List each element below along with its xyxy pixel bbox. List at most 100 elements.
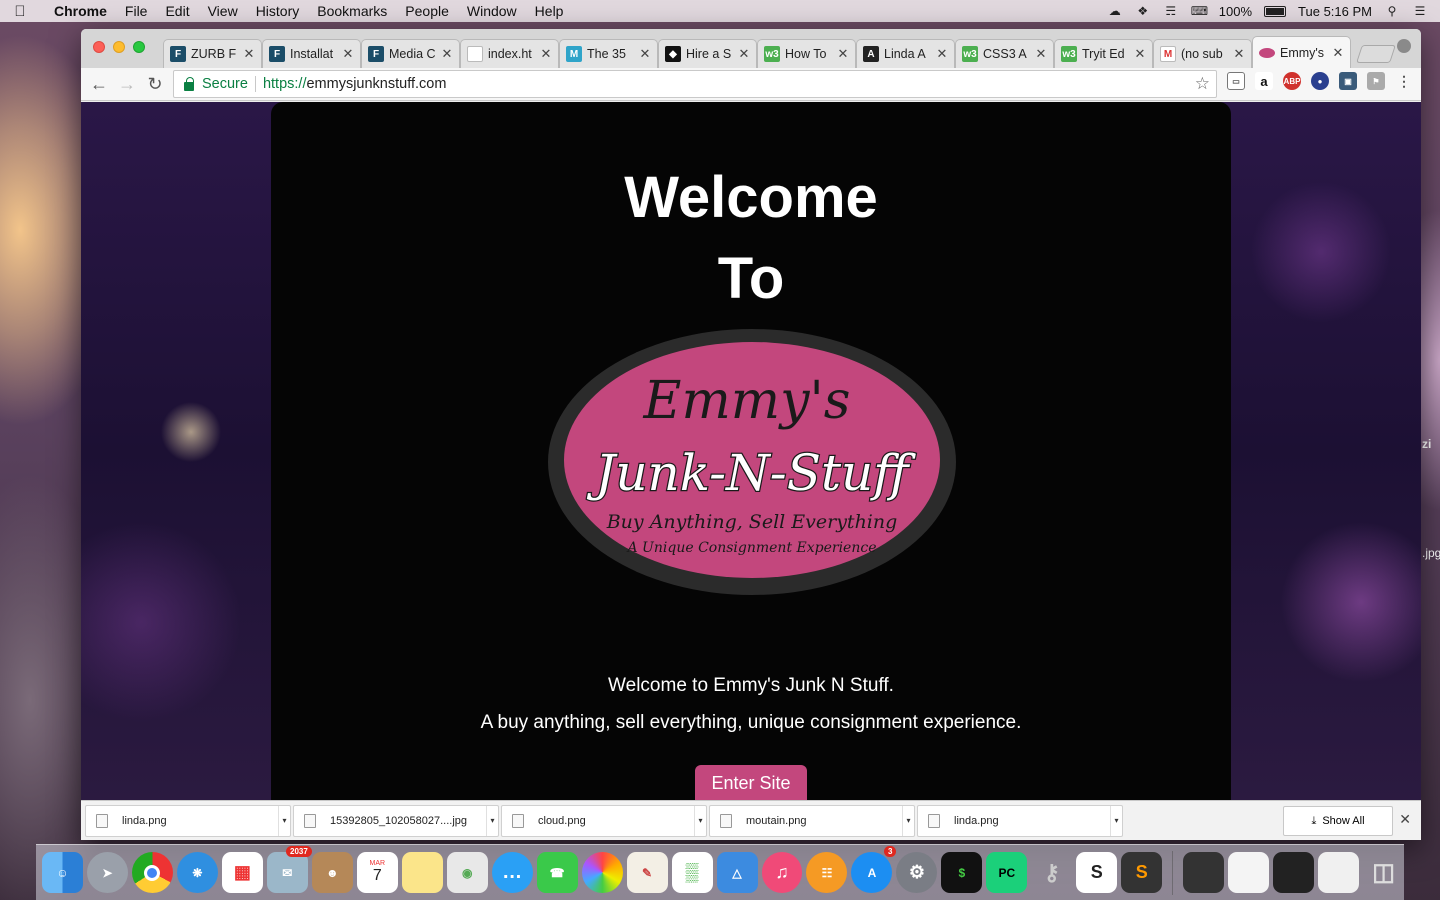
menu-edit[interactable]: Edit <box>156 3 198 19</box>
menu-view[interactable]: View <box>199 3 247 19</box>
browser-tab[interactable]: M (no sub ✕ <box>1153 39 1252 68</box>
maps-icon[interactable]: ◉ <box>446 852 488 893</box>
bookmark-star-icon[interactable]: ☆ <box>1195 74 1210 94</box>
terminal-icon[interactable]: $ <box>941 852 983 893</box>
trash-icon[interactable]: ◫ <box>1363 852 1404 893</box>
minimized-window-icon[interactable] <box>1228 852 1270 893</box>
amazon-icon[interactable]: a <box>1255 72 1273 90</box>
apple-menu-icon[interactable]:  <box>0 3 40 20</box>
address-bar[interactable]: Secure https:// emmysjunknstuff.com ☆ <box>173 70 1217 98</box>
show-all-downloads-button[interactable]: ⤓ Show All <box>1283 806 1393 836</box>
clock[interactable]: Tue 5:16 PM <box>1298 4 1372 19</box>
ibooks-icon[interactable]: ☷ <box>806 852 848 893</box>
browser-tab[interactable]: A Linda A ✕ <box>856 39 955 68</box>
app-grid-icon[interactable]: ▦ <box>221 852 263 893</box>
browser-tab[interactable]: w3 CSS3 A ✕ <box>955 39 1054 68</box>
browser-tab[interactable]: w3 How To ✕ <box>757 39 856 68</box>
back-button[interactable]: ← <box>85 74 113 95</box>
pycharm-icon[interactable]: PC <box>986 852 1028 893</box>
close-tab-icon[interactable]: ✕ <box>441 46 453 62</box>
browser-tab[interactable]: ◆ Hire a S ✕ <box>658 39 757 68</box>
desktop-file-label[interactable]: .jpg <box>1422 546 1440 560</box>
chevron-down-icon[interactable]: ▾ <box>1110 805 1122 836</box>
cast-icon[interactable]: ▭ <box>1227 72 1245 90</box>
menu-bookmarks[interactable]: Bookmarks <box>308 3 396 19</box>
browser-tab[interactable]: F Media C ✕ <box>361 39 460 68</box>
minimized-window-icon[interactable] <box>1273 852 1315 893</box>
browser-tab[interactable]: w3 Tryit Ed ✕ <box>1054 39 1153 68</box>
finder-icon[interactable]: ☺ <box>42 852 83 893</box>
minimized-window-icon[interactable] <box>1183 852 1225 893</box>
minimized-window-icon[interactable] <box>1318 852 1360 893</box>
close-tab-icon[interactable]: ✕ <box>936 46 948 62</box>
menu-help[interactable]: Help <box>526 3 573 19</box>
adblock-plus-icon[interactable]: ABP <box>1283 72 1301 90</box>
download-item[interactable]: 15392805_102058027....jpg ▾ <box>293 804 499 837</box>
menu-file[interactable]: File <box>116 3 157 19</box>
itunes-icon[interactable]: ♫ <box>761 852 803 893</box>
profile-icon[interactable] <box>1397 39 1411 53</box>
browser-tab[interactable]: M The 35 ✕ <box>559 39 658 68</box>
notes-icon[interactable] <box>401 852 443 893</box>
contacts-icon[interactable]: ☻ <box>311 852 353 893</box>
zoom-window-button[interactable] <box>133 41 145 53</box>
browser-tab[interactable]: Emmy's ✕ <box>1252 36 1351 68</box>
close-tab-icon[interactable]: ✕ <box>1035 46 1047 62</box>
sublime-text-icon[interactable]: S <box>1121 852 1163 893</box>
chevron-down-icon[interactable]: ▾ <box>694 805 706 836</box>
facetime-icon[interactable]: ☎ <box>536 852 578 893</box>
flag-extension-icon[interactable]: ● <box>1311 72 1329 90</box>
chevron-down-icon[interactable]: ▾ <box>486 805 498 836</box>
pages-icon[interactable]: ✎ <box>626 852 668 893</box>
download-item[interactable]: linda.png ▾ <box>85 804 291 837</box>
desktop-file-label[interactable]: zi <box>1422 437 1431 451</box>
menu-kebab-icon[interactable]: ⋮ <box>1395 72 1413 90</box>
calendar-icon[interactable]: MAR 7 <box>356 852 398 893</box>
new-tab-button[interactable] <box>1356 45 1396 63</box>
menu-window[interactable]: Window <box>458 3 526 19</box>
forward-button[interactable]: → <box>113 74 141 95</box>
minimize-window-button[interactable] <box>113 41 125 53</box>
close-tab-icon[interactable]: ✕ <box>639 46 651 62</box>
battery-percent[interactable]: 100% <box>1219 4 1252 19</box>
close-window-button[interactable] <box>93 41 105 53</box>
chrome-icon[interactable] <box>131 852 173 893</box>
extension-icon[interactable]: ▣ <box>1339 72 1357 90</box>
menu-app-name[interactable]: Chrome <box>40 3 116 19</box>
launchpad-icon[interactable]: ➤ <box>86 852 128 893</box>
numbers-icon[interactable]: ▒ <box>671 852 713 893</box>
chevron-down-icon[interactable]: ▾ <box>902 805 914 836</box>
menu-history[interactable]: History <box>247 3 309 19</box>
wifi-icon[interactable]: ☴ <box>1163 4 1179 18</box>
browser-tab[interactable]: F Installat ✕ <box>262 39 361 68</box>
enter-site-button[interactable]: Enter Site <box>695 765 807 800</box>
safari-icon[interactable]: ❋ <box>176 852 218 893</box>
browser-tab[interactable]: index.ht ✕ <box>460 39 559 68</box>
download-item[interactable]: moutain.png ▾ <box>709 804 915 837</box>
close-tab-icon[interactable]: ✕ <box>738 46 750 62</box>
mail-stamp-icon[interactable]: ✉ 2037 <box>266 846 312 893</box>
keyboard-icon[interactable]: ⌨ <box>1191 4 1208 18</box>
photos-icon[interactable] <box>581 852 623 893</box>
close-tab-icon[interactable]: ✕ <box>1134 46 1146 62</box>
reload-button[interactable]: ↻ <box>141 74 169 95</box>
menu-people[interactable]: People <box>396 3 458 19</box>
dropbox-icon[interactable]: ❖ <box>1135 4 1151 18</box>
chevron-down-icon[interactable]: ▾ <box>278 805 290 836</box>
extension-icon[interactable]: ⚑ <box>1367 72 1385 90</box>
close-tab-icon[interactable]: ✕ <box>837 46 849 62</box>
close-tab-icon[interactable]: ✕ <box>540 46 552 62</box>
app-store-icon[interactable]: A3 <box>851 846 897 893</box>
messages-icon[interactable]: … <box>491 852 533 893</box>
scrivener-icon[interactable]: S <box>1076 852 1118 893</box>
creative-cloud-icon[interactable]: ☁ <box>1107 4 1123 18</box>
close-tab-icon[interactable]: ✕ <box>342 46 354 62</box>
download-item[interactable]: linda.png ▾ <box>917 804 1123 837</box>
browser-tab[interactable]: F ZURB F ✕ <box>163 39 262 68</box>
keynote-icon[interactable]: △ <box>716 852 758 893</box>
close-tab-icon[interactable]: ✕ <box>1332 45 1344 61</box>
battery-icon[interactable] <box>1264 5 1287 17</box>
close-shelf-icon[interactable]: ✕ <box>1399 811 1411 828</box>
download-item[interactable]: cloud.png ▾ <box>501 804 707 837</box>
system-preferences-icon[interactable]: ⚙ <box>896 852 938 893</box>
